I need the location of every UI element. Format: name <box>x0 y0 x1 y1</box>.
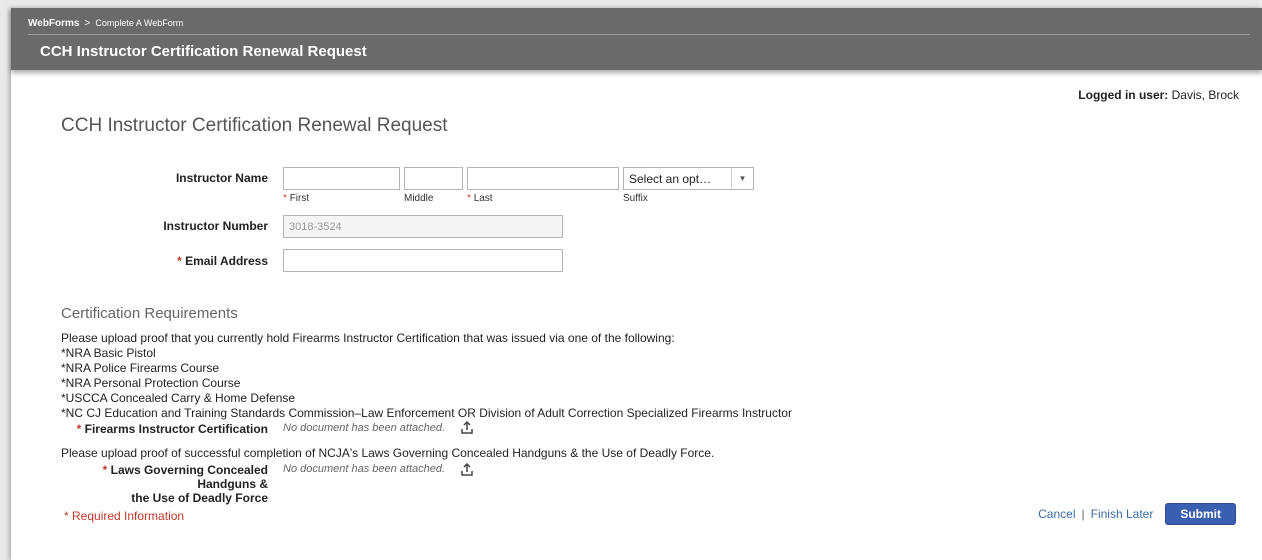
firearms-cert-status: No document has been attached. <box>283 422 446 434</box>
required-marker: * <box>177 254 182 268</box>
instructor-number-label: Instructor Number <box>163 219 268 233</box>
required-information-note: * Required Information <box>64 509 184 523</box>
instructor-number-input <box>283 215 563 238</box>
laws-cert-label: * Laws Governing Concealed Handguns & th… <box>51 463 268 505</box>
laws-cert-label-line1-text: Laws Governing Concealed Handguns & <box>110 463 268 491</box>
requirement-item: *NRA Basic Pistol <box>61 346 156 360</box>
required-marker: * <box>283 193 287 204</box>
upload-icon[interactable] <box>460 421 474 435</box>
breadcrumb: WebForms > Complete A WebForm <box>28 13 183 33</box>
email-input[interactable] <box>283 249 563 272</box>
header-bar: WebForms > Complete A WebForm CCH Instru… <box>11 8 1262 70</box>
required-marker: * <box>64 509 69 523</box>
cancel-link[interactable]: Cancel <box>1038 507 1075 521</box>
middle-name-input[interactable] <box>404 167 463 190</box>
required-marker: * <box>102 463 108 477</box>
last-name-caption: * Last <box>467 193 493 204</box>
chevron-down-icon: ▼ <box>731 168 753 189</box>
laws-intro: Please upload proof of successful comple… <box>61 446 715 460</box>
actions-separator: | <box>1081 507 1085 521</box>
logged-in-label: Logged in user: <box>1078 88 1169 102</box>
logged-in-user: Logged in user: Davis, Brock <box>1078 88 1239 102</box>
suffix-select[interactable]: Select an opt… ▼ <box>623 167 754 190</box>
requirement-item: *USCCA Concealed Carry & Home Defense <box>61 391 296 405</box>
requirements-intro: Please upload proof that you currently h… <box>61 331 675 345</box>
breadcrumb-current: Complete A WebForm <box>95 18 184 28</box>
last-caption-text: Last <box>473 193 493 204</box>
instructor-name-label: Instructor Name <box>175 171 268 185</box>
first-name-caption: * First <box>283 193 309 204</box>
required-note-text: Required Information <box>72 509 185 523</box>
upload-icon[interactable] <box>460 463 474 477</box>
email-label: * Email Address <box>131 254 268 268</box>
first-name-input[interactable] <box>283 167 400 190</box>
submit-button[interactable]: Submit <box>1165 503 1236 525</box>
requirement-item: *NRA Personal Protection Course <box>61 376 241 390</box>
requirement-list: *NRA Basic Pistol *NRA Police Firearms C… <box>61 346 792 421</box>
firearms-cert-label: * Firearms Instructor Certification <box>71 422 268 436</box>
first-caption-text: First <box>289 193 310 204</box>
webform-window: WebForms > Complete A WebForm CCH Instru… <box>11 8 1262 560</box>
laws-cert-label-line2: the Use of Deadly Force <box>131 491 268 505</box>
laws-cert-label-line1: * Laws Governing Concealed Handguns & <box>51 463 268 491</box>
header-title: CCH Instructor Certification Renewal Req… <box>40 43 367 60</box>
form-actions: Cancel | Finish Later Submit <box>1038 503 1236 525</box>
breadcrumb-separator: > <box>84 17 91 29</box>
laws-cert-status: No document has been attached. <box>283 463 446 475</box>
certification-requirements-heading: Certification Requirements <box>61 305 238 322</box>
middle-name-caption: Middle <box>404 193 434 204</box>
header-divider <box>28 34 1250 35</box>
breadcrumb-webforms-link[interactable]: WebForms <box>28 18 80 29</box>
required-marker: * <box>467 193 471 204</box>
firearms-cert-label-text: Firearms Instructor Certification <box>84 422 268 436</box>
finish-later-link[interactable]: Finish Later <box>1091 507 1154 521</box>
logged-in-name: Davis, Brock <box>1171 88 1239 102</box>
requirement-item: *NC CJ Education and Training Standards … <box>61 406 792 420</box>
suffix-selected-value: Select an opt… <box>629 172 712 186</box>
requirement-item: *NRA Police Firearms Course <box>61 361 220 375</box>
suffix-caption: Suffix <box>623 193 648 204</box>
page-title: CCH Instructor Certification Renewal Req… <box>61 115 448 136</box>
email-label-text: Email Address <box>185 254 268 268</box>
required-marker: * <box>76 422 82 436</box>
last-name-input[interactable] <box>467 167 619 190</box>
